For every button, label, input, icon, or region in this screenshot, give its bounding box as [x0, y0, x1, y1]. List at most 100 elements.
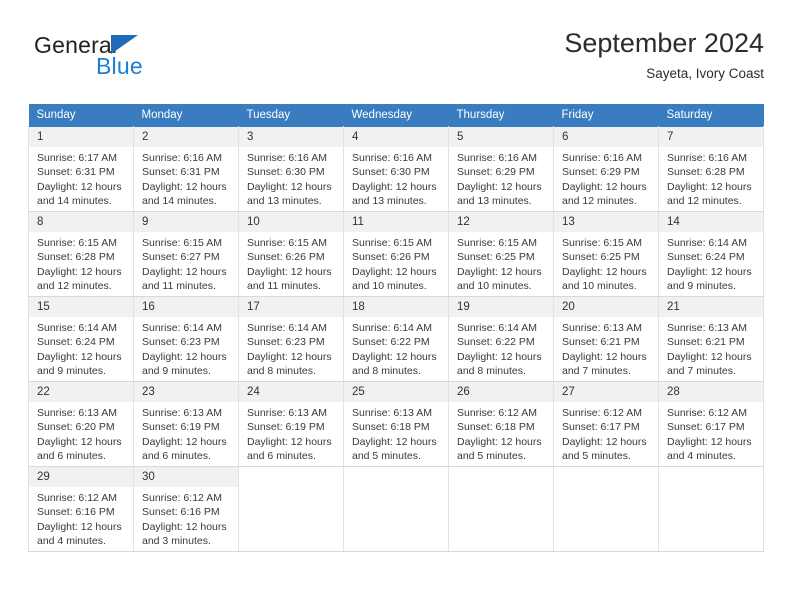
daylight-text-line1: Daylight: 12 hours — [142, 265, 227, 278]
sunset-text: Sunset: 6:16 PM — [37, 506, 115, 519]
calendar-day-cell[interactable]: 1 Sunrise: 6:17 AM Sunset: 6:31 PM Daylight… — [28, 126, 134, 212]
sunset-text: Sunset: 6:17 PM — [667, 421, 745, 434]
calendar-day-cell[interactable]: 29 Sunrise: 6:12 AM Sunset: 6:16 PM Dayligh… — [28, 466, 134, 552]
calendar-day-cell[interactable]: 21 Sunrise: 6:13 AM Sunset: 6:21 PM Dayligh… — [658, 296, 764, 382]
day-number: 30 — [134, 467, 238, 487]
sunset-text: Sunset: 6:20 PM — [37, 421, 115, 434]
day-number: 20 — [554, 297, 658, 317]
calendar-week-row: 29 Sunrise: 6:12 AM Sunset: 6:16 PM Dayligh… — [28, 466, 764, 552]
day-number — [659, 467, 763, 487]
sunset-text: Sunset: 6:29 PM — [457, 166, 535, 179]
day-details: Sunrise: 6:13 AM Sunset: 6:20 PM Daylight:… — [29, 402, 133, 466]
sunset-text: Sunset: 6:18 PM — [352, 421, 430, 434]
day-number: 23 — [134, 382, 238, 402]
daylight-text-line1: Daylight: 12 hours — [457, 180, 542, 193]
sunset-text: Sunset: 6:28 PM — [667, 166, 745, 179]
calendar-week-row: 8 Sunrise: 6:15 AM Sunset: 6:28 PM Daylight… — [28, 211, 764, 297]
calendar-day-cell[interactable]: 24 Sunrise: 6:13 AM Sunset: 6:19 PM Dayligh… — [238, 381, 344, 467]
day-details: Sunrise: 6:14 AM Sunset: 6:22 PM Daylight:… — [449, 317, 553, 381]
daylight-text-line1: Daylight: 12 hours — [142, 350, 227, 363]
day-details: Sunrise: 6:16 AM Sunset: 6:29 PM Daylight:… — [449, 147, 553, 211]
sunrise-text: Sunrise: 6:13 AM — [667, 322, 747, 334]
calendar-day-cell[interactable]: 7 Sunrise: 6:16 AM Sunset: 6:28 PM Daylight… — [658, 126, 764, 212]
calendar-cell-empty — [553, 466, 659, 552]
calendar-day-cell[interactable]: 11 Sunrise: 6:15 AM Sunset: 6:26 PM Dayligh… — [343, 211, 449, 297]
calendar-day-cell[interactable]: 15 Sunrise: 6:14 AM Sunset: 6:24 PM Dayligh… — [28, 296, 134, 382]
daylight-text-line1: Daylight: 12 hours — [37, 265, 122, 278]
daylight-text-line1: Daylight: 12 hours — [667, 350, 752, 363]
day-number: 29 — [29, 467, 133, 487]
daylight-text-line1: Daylight: 12 hours — [37, 520, 122, 533]
daylight-text-line2: and 8 minutes. — [247, 365, 316, 378]
day-details: Sunrise: 6:14 AM Sunset: 6:24 PM Daylight:… — [659, 232, 763, 296]
calendar-day-cell[interactable]: 4 Sunrise: 6:16 AM Sunset: 6:30 PM Daylight… — [343, 126, 449, 212]
day-details: Sunrise: 6:16 AM Sunset: 6:28 PM Daylight:… — [659, 147, 763, 211]
sunrise-text: Sunrise: 6:12 AM — [457, 407, 537, 419]
calendar-day-cell[interactable]: 20 Sunrise: 6:13 AM Sunset: 6:21 PM Dayligh… — [553, 296, 659, 382]
calendar-day-cell[interactable]: 13 Sunrise: 6:15 AM Sunset: 6:25 PM Dayligh… — [553, 211, 659, 297]
calendar-day-cell[interactable]: 10 Sunrise: 6:15 AM Sunset: 6:26 PM Dayligh… — [238, 211, 344, 297]
daylight-text-line1: Daylight: 12 hours — [457, 435, 542, 448]
calendar-day-cell[interactable]: 27 Sunrise: 6:12 AM Sunset: 6:17 PM Dayligh… — [553, 381, 659, 467]
daylight-text-line2: and 7 minutes. — [667, 365, 736, 378]
weekday-header-wednesday: Wednesday — [343, 104, 449, 127]
daylight-text-line2: and 6 minutes. — [37, 450, 106, 463]
sunrise-text: Sunrise: 6:14 AM — [142, 322, 222, 334]
calendar-day-cell[interactable]: 17 Sunrise: 6:14 AM Sunset: 6:23 PM Dayligh… — [238, 296, 344, 382]
daylight-text-line2: and 12 minutes. — [667, 195, 742, 208]
day-details: Sunrise: 6:14 AM Sunset: 6:24 PM Daylight:… — [29, 317, 133, 381]
daylight-text-line1: Daylight: 12 hours — [352, 265, 437, 278]
calendar-day-cell[interactable]: 2 Sunrise: 6:16 AM Sunset: 6:31 PM Daylight… — [133, 126, 239, 212]
day-number: 17 — [239, 297, 343, 317]
calendar-day-cell[interactable]: 26 Sunrise: 6:12 AM Sunset: 6:18 PM Dayligh… — [448, 381, 554, 467]
sunset-text: Sunset: 6:30 PM — [352, 166, 430, 179]
daylight-text-line1: Daylight: 12 hours — [37, 435, 122, 448]
daylight-text-line1: Daylight: 12 hours — [562, 435, 647, 448]
daylight-text-line1: Daylight: 12 hours — [352, 350, 437, 363]
calendar-day-cell[interactable]: 3 Sunrise: 6:16 AM Sunset: 6:30 PM Daylight… — [238, 126, 344, 212]
calendar-day-cell[interactable]: 30 Sunrise: 6:12 AM Sunset: 6:16 PM Dayligh… — [133, 466, 239, 552]
day-details: Sunrise: 6:12 AM Sunset: 6:17 PM Daylight:… — [554, 402, 658, 466]
calendar-day-cell[interactable]: 9 Sunrise: 6:15 AM Sunset: 6:27 PM Daylight… — [133, 211, 239, 297]
calendar-day-cell[interactable]: 8 Sunrise: 6:15 AM Sunset: 6:28 PM Daylight… — [28, 211, 134, 297]
day-number: 21 — [659, 297, 763, 317]
calendar-day-cell[interactable]: 22 Sunrise: 6:13 AM Sunset: 6:20 PM Dayligh… — [28, 381, 134, 467]
calendar-day-cell[interactable]: 18 Sunrise: 6:14 AM Sunset: 6:22 PM Dayligh… — [343, 296, 449, 382]
day-number: 19 — [449, 297, 553, 317]
day-number: 1 — [29, 127, 133, 147]
daylight-text-line2: and 9 minutes. — [37, 365, 106, 378]
sunrise-text: Sunrise: 6:16 AM — [142, 152, 222, 164]
daylight-text-line1: Daylight: 12 hours — [142, 520, 227, 533]
daylight-text-line2: and 5 minutes. — [352, 450, 421, 463]
calendar-day-cell[interactable]: 6 Sunrise: 6:16 AM Sunset: 6:29 PM Daylight… — [553, 126, 659, 212]
sunset-text: Sunset: 6:27 PM — [142, 251, 220, 264]
calendar-day-cell[interactable]: 28 Sunrise: 6:12 AM Sunset: 6:17 PM Dayligh… — [658, 381, 764, 467]
sunset-text: Sunset: 6:25 PM — [562, 251, 640, 264]
calendar-day-cell[interactable]: 14 Sunrise: 6:14 AM Sunset: 6:24 PM Dayligh… — [658, 211, 764, 297]
day-number: 15 — [29, 297, 133, 317]
daylight-text-line2: and 10 minutes. — [562, 280, 637, 293]
daylight-text-line1: Daylight: 12 hours — [562, 350, 647, 363]
calendar-body: 1 Sunrise: 6:17 AM Sunset: 6:31 PM Daylight… — [28, 126, 764, 552]
page-title: September 2024 — [564, 28, 764, 58]
calendar-day-cell[interactable]: 12 Sunrise: 6:15 AM Sunset: 6:25 PM Dayligh… — [448, 211, 554, 297]
calendar-week-row: 15 Sunrise: 6:14 AM Sunset: 6:24 PM Dayligh… — [28, 296, 764, 382]
day-details: Sunrise: 6:16 AM Sunset: 6:30 PM Daylight:… — [239, 147, 343, 211]
calendar-week-row: 1 Sunrise: 6:17 AM Sunset: 6:31 PM Daylight… — [28, 126, 764, 212]
sunset-text: Sunset: 6:31 PM — [37, 166, 115, 179]
calendar-day-cell[interactable]: 19 Sunrise: 6:14 AM Sunset: 6:22 PM Dayligh… — [448, 296, 554, 382]
day-number — [449, 467, 553, 487]
calendar-day-cell[interactable]: 5 Sunrise: 6:16 AM Sunset: 6:29 PM Daylight… — [448, 126, 554, 212]
calendar-page: General Blue September 2024 Sayeta, Ivor… — [0, 0, 792, 612]
calendar-day-cell[interactable]: 16 Sunrise: 6:14 AM Sunset: 6:23 PM Dayligh… — [133, 296, 239, 382]
sunrise-text: Sunrise: 6:14 AM — [667, 237, 747, 249]
weekday-header-row: Sunday Monday Tuesday Wednesday Thursday Frid… — [28, 104, 764, 127]
sunset-text: Sunset: 6:23 PM — [247, 336, 325, 349]
daylight-text-line2: and 9 minutes. — [142, 365, 211, 378]
daylight-text-line2: and 5 minutes. — [457, 450, 526, 463]
calendar-day-cell[interactable]: 23 Sunrise: 6:13 AM Sunset: 6:19 PM Dayligh… — [133, 381, 239, 467]
daylight-text-line1: Daylight: 12 hours — [247, 180, 332, 193]
daylight-text-line1: Daylight: 12 hours — [457, 350, 542, 363]
calendar-day-cell[interactable]: 25 Sunrise: 6:13 AM Sunset: 6:18 PM Dayligh… — [343, 381, 449, 467]
sunrise-text: Sunrise: 6:14 AM — [37, 322, 117, 334]
